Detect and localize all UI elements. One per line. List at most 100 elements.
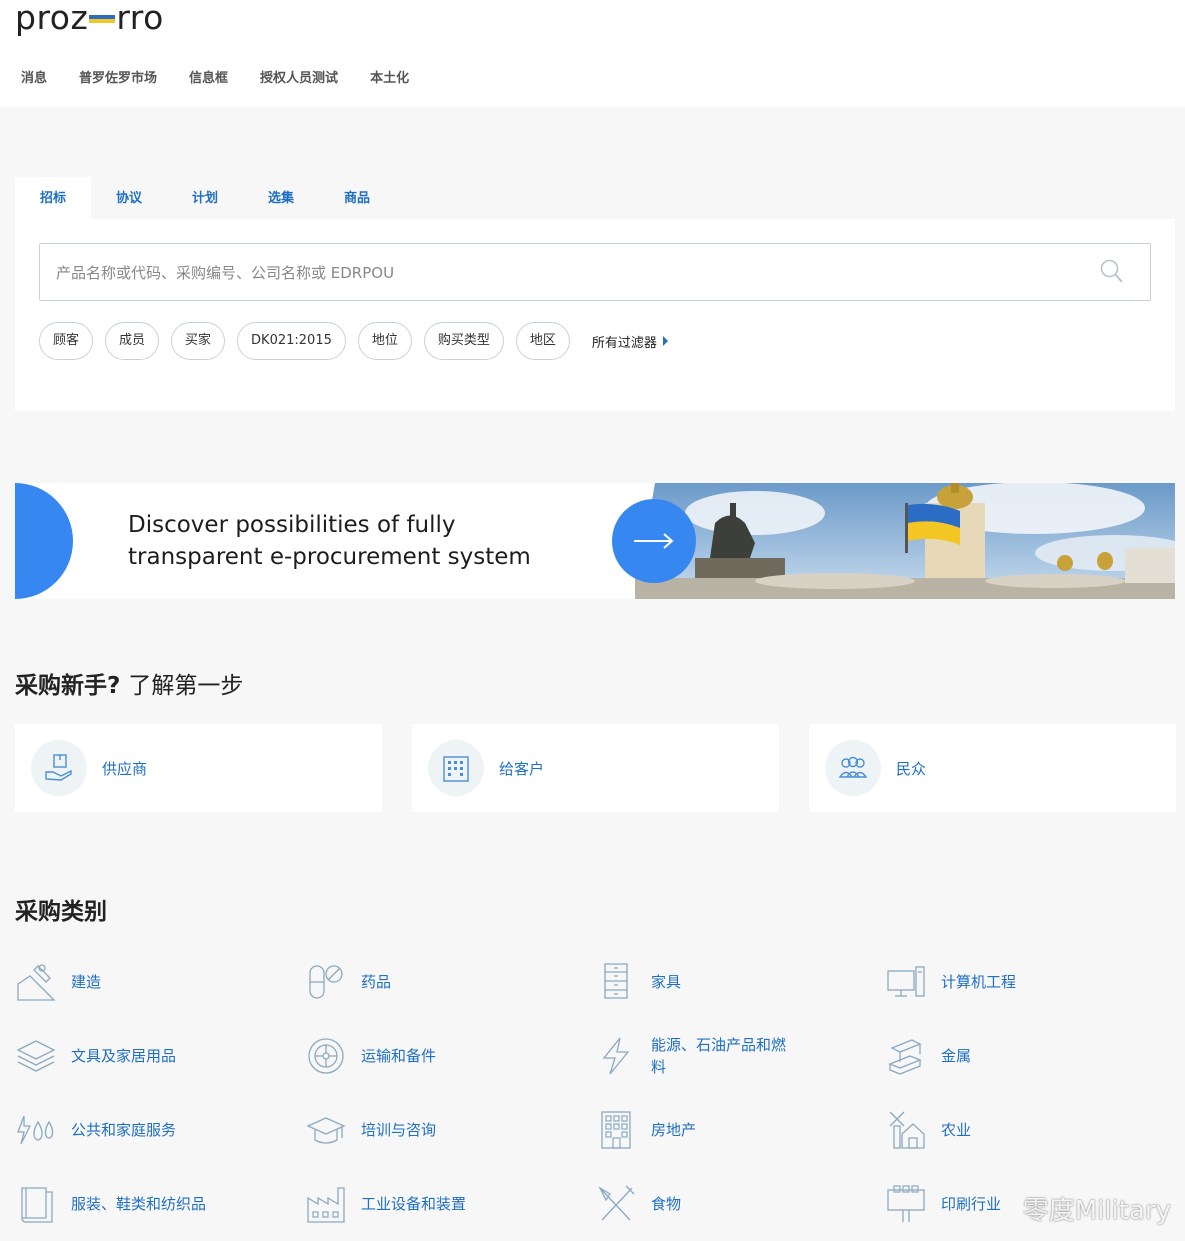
- category-metal-label: 金属: [941, 1047, 972, 1065]
- search-icon[interactable]: [1100, 259, 1124, 289]
- category-construction[interactable]: 建造: [15, 960, 305, 1004]
- category-clothing-label: 服装、鞋类和纺织品: [71, 1195, 207, 1213]
- office-building-icon: [428, 740, 484, 796]
- search-panel: 招标 协议 计划 选集 商品 产品名称或代码、采购编号、公司名称或 EDRPOU…: [15, 177, 1175, 411]
- tab-plans[interactable]: 计划: [167, 177, 243, 219]
- category-metal[interactable]: 金属: [885, 1034, 1175, 1078]
- filter-dk021[interactable]: DK021:2015: [237, 322, 346, 360]
- category-furniture[interactable]: 家具: [595, 960, 885, 1004]
- filter-customer[interactable]: 顾客: [39, 322, 94, 360]
- category-energy-label: 能源、石油产品和燃料: [651, 1036, 787, 1076]
- arrow-right-icon: [634, 533, 674, 549]
- category-transport[interactable]: 运输和备件: [305, 1034, 595, 1078]
- category-agriculture[interactable]: 农业: [885, 1108, 1175, 1152]
- category-construction-label: 建造: [71, 973, 102, 991]
- nav-authorized-test[interactable]: 授权人员测试: [260, 67, 338, 86]
- category-energy[interactable]: 能源、石油产品和燃料: [595, 1034, 885, 1078]
- category-computers[interactable]: 计算机工程: [885, 960, 1175, 1004]
- card-suppliers-label: 供应商: [102, 759, 148, 778]
- all-filters-label: 所有过滤器: [591, 335, 657, 351]
- wheel-icon: [305, 1034, 347, 1078]
- graduation-cap-icon: [305, 1108, 347, 1152]
- fork-knife-icon: [595, 1182, 637, 1226]
- newbie-heading-light: 了解第一步: [128, 673, 244, 699]
- category-training-label: 培训与咨询: [361, 1121, 437, 1139]
- watermark: 零度Military: [1022, 1196, 1171, 1226]
- printing-icon: [885, 1182, 927, 1226]
- category-industrial-label: 工业设备和装置: [361, 1195, 467, 1213]
- card-public-label: 民众: [896, 759, 927, 778]
- category-transport-label: 运输和备件: [361, 1047, 437, 1065]
- book-icon: [15, 1182, 57, 1226]
- kyiv-monument-photo: [635, 483, 1175, 599]
- card-customers[interactable]: 给客户: [412, 724, 779, 812]
- category-furniture-label: 家具: [651, 973, 682, 991]
- nav-infobox[interactable]: 信息框: [189, 67, 228, 86]
- logo-text-left: proz: [15, 0, 89, 37]
- tab-selections[interactable]: 选集: [243, 177, 319, 219]
- first-steps-cards: 供应商 给客户 民众: [15, 724, 1176, 812]
- filter-buyer[interactable]: 买家: [171, 322, 226, 360]
- category-food-label: 食物: [651, 1195, 682, 1213]
- construction-icon: [15, 960, 57, 1004]
- newbie-heading-bold: 采购新手?: [15, 673, 121, 699]
- ukraine-flag-icon: [89, 15, 116, 23]
- filter-member[interactable]: 成员: [105, 322, 160, 360]
- furniture-icon: [595, 960, 637, 1004]
- categories-heading: 采购类别: [15, 899, 107, 925]
- tab-tenders[interactable]: 招标: [15, 177, 91, 219]
- category-industrial[interactable]: 工业设备和装置: [305, 1182, 595, 1226]
- categories-grid: 建造 药品 家具 计算机工程 文具及家居用品 运输和备件 能源、石油产品和燃料 …: [15, 960, 1175, 1226]
- utilities-icon: [15, 1108, 57, 1152]
- people-group-icon: [825, 740, 881, 796]
- building-icon: [595, 1108, 637, 1152]
- all-filters-link[interactable]: 所有过滤器: [592, 332, 668, 351]
- prozorro-logo[interactable]: proz rro: [15, 0, 164, 36]
- search-placeholder: 产品名称或代码、采购编号、公司名称或 EDRPOU: [56, 263, 395, 282]
- site-header: proz rro 消息 普罗佐罗市场 信息框 授权人员测试 本土化: [0, 0, 1185, 107]
- card-public[interactable]: 民众: [809, 724, 1176, 812]
- category-medicine-label: 药品: [361, 973, 392, 991]
- newbie-heading: 采购新手? 了解第一步: [15, 666, 243, 700]
- computer-icon: [885, 960, 927, 1004]
- filter-status[interactable]: 地位: [357, 322, 412, 360]
- search-box: 产品名称或代码、采购编号、公司名称或 EDRPOU 顾客 成员 买家 DK021…: [15, 219, 1175, 411]
- filter-region[interactable]: 地区: [515, 322, 570, 360]
- banner-line-1: Discover possibilities of fully: [128, 512, 456, 538]
- card-suppliers[interactable]: 供应商: [15, 724, 382, 812]
- category-stationery[interactable]: 文具及家居用品: [15, 1034, 305, 1078]
- category-real-estate-label: 房地产: [651, 1121, 697, 1139]
- card-customers-label: 给客户: [499, 759, 545, 778]
- filter-chips: 顾客 成员 买家 DK021:2015 地位 购买类型 地区 所有过滤器: [39, 322, 668, 360]
- category-computers-label: 计算机工程: [941, 973, 1017, 991]
- promo-banner[interactable]: Discover possibilities of fully transpar…: [15, 483, 1175, 599]
- banner-text: Discover possibilities of fully transpar…: [128, 509, 531, 573]
- nav-market[interactable]: 普罗佐罗市场: [79, 67, 157, 86]
- supplier-box-hand-icon: [31, 740, 87, 796]
- category-utilities-label: 公共和家庭服务: [71, 1121, 177, 1139]
- logo-text-right: rro: [116, 0, 164, 37]
- lightning-icon: [595, 1034, 637, 1078]
- banner-decor-circle: [15, 483, 73, 599]
- category-clothing[interactable]: 服装、鞋类和纺织品: [15, 1182, 305, 1226]
- factory-icon: [305, 1182, 347, 1226]
- nav-news[interactable]: 消息: [21, 67, 47, 86]
- metal-icon: [885, 1034, 927, 1078]
- nav-localization[interactable]: 本土化: [370, 67, 409, 86]
- category-medicine[interactable]: 药品: [305, 960, 595, 1004]
- category-training[interactable]: 培训与咨询: [305, 1108, 595, 1152]
- tab-products[interactable]: 商品: [319, 177, 395, 219]
- category-agriculture-label: 农业: [941, 1121, 972, 1139]
- caret-right-icon: [662, 336, 668, 346]
- tab-agreements[interactable]: 协议: [91, 177, 167, 219]
- main-nav: 消息 普罗佐罗市场 信息框 授权人员测试 本土化: [21, 67, 409, 86]
- category-stationery-label: 文具及家居用品: [71, 1047, 177, 1065]
- search-tabs: 招标 协议 计划 选集 商品: [15, 177, 1175, 219]
- category-real-estate[interactable]: 房地产: [595, 1108, 885, 1152]
- category-food[interactable]: 食物: [595, 1182, 885, 1226]
- search-input[interactable]: 产品名称或代码、采购编号、公司名称或 EDRPOU: [39, 243, 1151, 301]
- category-utilities[interactable]: 公共和家庭服务: [15, 1108, 305, 1152]
- banner-line-2: transparent e-procurement system: [128, 544, 531, 570]
- banner-arrow-button[interactable]: [612, 499, 696, 583]
- filter-purchase-type[interactable]: 购买类型: [423, 322, 504, 360]
